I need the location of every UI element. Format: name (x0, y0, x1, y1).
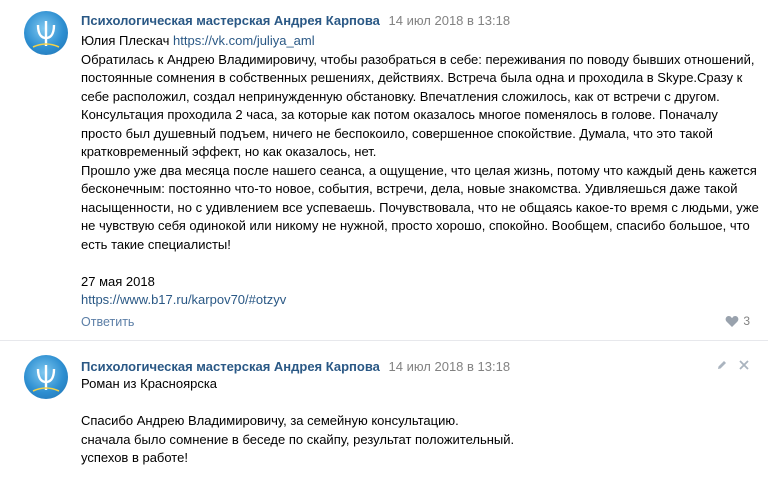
text-line: Спасибо Андрею Владимировичу, за семейну… (81, 413, 459, 428)
text-line: Прошло уже два месяца после нашего сеанс… (81, 162, 757, 178)
comment-post-2: Психологическая мастерская Андрея Карпов… (0, 346, 768, 491)
text-line: сначала было сомнение в беседе по скайпу… (81, 431, 515, 447)
like-button[interactable]: 3 (725, 314, 750, 328)
post-actions (716, 358, 750, 370)
psi-logo-icon (32, 21, 60, 48)
text-line: есть такие специалисты! (81, 236, 231, 252)
text-line: Консультация проходила 2 часа, за которы… (81, 107, 718, 122)
text-line: постоянные сомнения в собственных решени… (81, 70, 743, 85)
heart-icon (725, 315, 739, 327)
author-name[interactable]: Психологическая мастерская Андрея Карпов… (81, 13, 380, 28)
text-line: просто был душевный подъем, ничего не бе… (81, 125, 713, 141)
comment-text: Роман из Красноярска Спасибо Андрею Влад… (81, 375, 751, 468)
comment-post-1: Психологическая мастерская Андрея Карпов… (0, 0, 768, 338)
avatar[interactable] (24, 11, 68, 55)
like-count: 3 (743, 314, 750, 328)
edit-icon[interactable] (716, 358, 728, 370)
text-line: Юлия Плескач https://vk.com/juliya_aml (81, 32, 751, 51)
review-date: 27 мая 2018 (81, 273, 155, 289)
author-name[interactable]: Психологическая мастерская Андрея Карпов… (81, 359, 380, 374)
post-date[interactable]: 14 июл 2018 в 13:18 (389, 13, 511, 28)
post-date[interactable]: 14 июл 2018 в 13:18 (389, 359, 511, 374)
text-line: не чувствую себя одинокой или никому не … (81, 218, 750, 233)
comment-text: Юлия Плескач https://vk.com/juliya_aml О… (81, 32, 759, 310)
post-header: Психологическая мастерская Андрея Карпов… (81, 13, 510, 28)
post-header: Психологическая мастерская Андрея Карпов… (81, 359, 510, 374)
source-link[interactable]: https://www.b17.ru/karpov70/#otzyv (81, 291, 751, 310)
text-line: бесконечным: постоянно что-то новое, соб… (81, 181, 738, 196)
reply-button[interactable]: Ответить (81, 315, 134, 329)
psi-logo-icon (32, 365, 60, 392)
text-line: Обратилась к Андрею Владимировичу, чтобы… (81, 51, 755, 67)
close-icon[interactable] (738, 358, 750, 370)
avatar[interactable] (24, 355, 68, 399)
text-line: насыщенности, но с удивлением все успева… (81, 199, 759, 215)
profile-link[interactable]: https://vk.com/juliya_aml (173, 33, 315, 48)
text-line: кратковременный эффект, но как оказалось… (81, 144, 377, 159)
text-line: себе расположил, создал непринужденную о… (81, 88, 720, 104)
text-line: успехов в работе! (81, 450, 188, 465)
reviewer-name: Роман из Красноярска (81, 376, 218, 391)
reviewer-name: Юлия Плескач (81, 33, 174, 48)
divider (0, 340, 768, 341)
